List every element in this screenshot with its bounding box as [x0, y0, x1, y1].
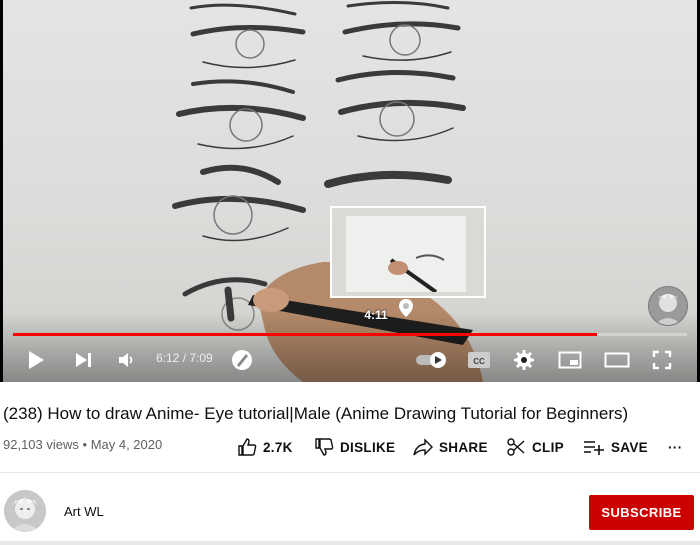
- pencil-badge[interactable]: [229, 347, 255, 373]
- miniplayer-icon: [558, 351, 582, 369]
- gear-icon: [514, 350, 534, 370]
- scissors-icon: [507, 438, 525, 456]
- dislike-button[interactable]: DISLIKE: [314, 437, 395, 457]
- autoplay-toggle-icon: [416, 352, 446, 368]
- player-controls: 6:12 / 7:09 CC: [0, 340, 700, 380]
- clip-button[interactable]: CLIP: [506, 437, 564, 457]
- share-icon: [413, 438, 433, 456]
- scrub-marker-icon: [399, 299, 413, 317]
- playlist-add-icon: [584, 441, 604, 455]
- clip-label: CLIP: [532, 439, 564, 455]
- preview-frame: [346, 216, 466, 294]
- watermark-avatar-icon: [655, 294, 681, 325]
- progress-bar[interactable]: [13, 333, 687, 336]
- pencil-icon: [232, 350, 252, 370]
- share-button[interactable]: SHARE: [413, 437, 488, 457]
- save-label: SAVE: [611, 439, 648, 455]
- volume-icon: [119, 353, 133, 367]
- next-icon: [76, 353, 91, 367]
- save-button[interactable]: SAVE: [583, 437, 648, 457]
- settings-button[interactable]: [511, 348, 537, 372]
- fullscreen-icon: [652, 350, 672, 370]
- channel-watermark[interactable]: [648, 286, 688, 326]
- video-frame[interactable]: [3, 0, 697, 382]
- next-button[interactable]: [71, 348, 95, 372]
- theater-button[interactable]: [603, 348, 631, 372]
- view-count: 92,103 views: [3, 437, 79, 452]
- autoplay-toggle[interactable]: [414, 349, 450, 371]
- play-button[interactable]: [24, 348, 48, 372]
- thumbs-up-icon: [238, 438, 257, 456]
- channel-avatar[interactable]: [4, 490, 46, 532]
- publish-date: May 4, 2020: [90, 437, 163, 452]
- channel-name[interactable]: Art WL: [64, 504, 104, 519]
- more-actions-button[interactable]: ···: [668, 437, 682, 457]
- dislike-label: DISLIKE: [340, 439, 396, 455]
- scrub-preview-thumbnail: [330, 206, 486, 298]
- fullscreen-button[interactable]: [650, 348, 674, 372]
- miniplayer-button[interactable]: [557, 348, 583, 372]
- meta-separator: •: [82, 437, 91, 452]
- preview-time: 4:11: [364, 308, 388, 322]
- subscribe-button[interactable]: SUBSCRIBE: [589, 495, 694, 530]
- avatar-image: [4, 490, 46, 532]
- bottom-edge: [0, 541, 700, 545]
- video-meta: 92,103 views • May 4, 2020: [3, 437, 162, 452]
- share-label: SHARE: [439, 439, 488, 455]
- play-icon: [29, 351, 44, 369]
- like-button[interactable]: 2.7K: [237, 437, 293, 457]
- video-player[interactable]: 4:11 6:12 / 7:09 CC: [0, 0, 700, 382]
- like-count: 2.7K: [263, 439, 293, 455]
- captions-button[interactable]: CC: [466, 348, 492, 372]
- video-title: (238) How to draw Anime- Eye tutorial|Ma…: [3, 404, 629, 423]
- preview-sketch: [388, 254, 445, 294]
- volume-button[interactable]: [114, 348, 138, 372]
- cc-icon: CC: [468, 352, 490, 368]
- thumbs-down-icon: [315, 438, 334, 456]
- progress-bar-played: [13, 333, 598, 336]
- theater-icon: [604, 352, 630, 368]
- more-icon: ···: [668, 439, 683, 455]
- svg-text:CC: CC: [473, 357, 485, 366]
- time-display: 6:12 / 7:09: [156, 351, 213, 365]
- section-divider: [0, 472, 700, 473]
